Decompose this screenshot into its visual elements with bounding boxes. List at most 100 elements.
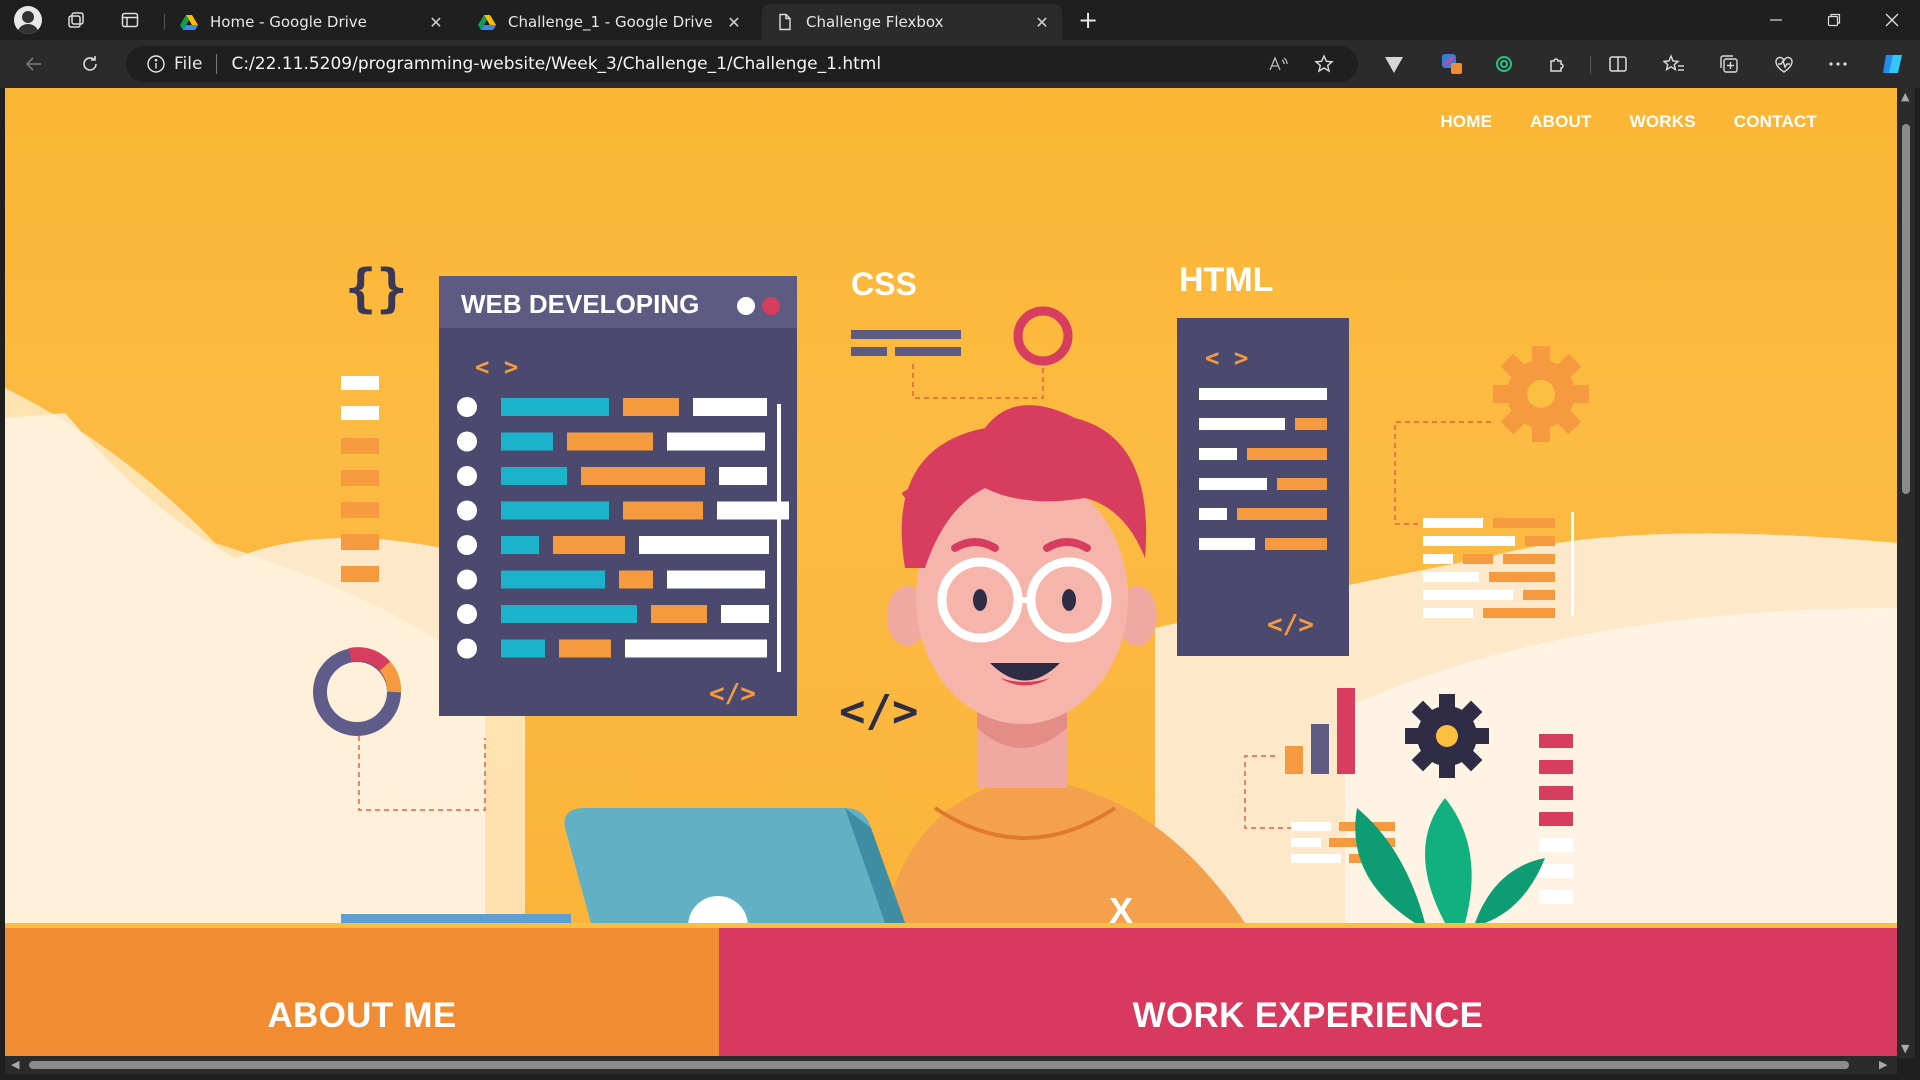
code-line-segment: [501, 467, 567, 485]
code-line-segment: [625, 639, 767, 658]
code-line-bullet: [457, 535, 477, 555]
code-line-bullet: [457, 431, 477, 452]
code-line-segment: [581, 467, 705, 485]
svg-text:</>: </>: [1267, 610, 1314, 640]
close-tab-icon[interactable]: ✕: [426, 12, 446, 32]
code-line-bullet: [457, 638, 477, 659]
extensions-puzzle-icon[interactable]: [1546, 52, 1570, 76]
css-label: CSS: [851, 266, 917, 302]
gear-icon: [1493, 346, 1589, 442]
code-line-bullet: [457, 569, 477, 590]
vimium-extension-icon[interactable]: [1382, 52, 1406, 76]
svg-text:X: X: [1109, 890, 1133, 923]
toolbar-separator: [1590, 56, 1591, 74]
info-icon[interactable]: [146, 54, 166, 74]
close-tab-icon[interactable]: ✕: [724, 12, 744, 32]
favorites-icon[interactable]: [1662, 52, 1686, 76]
browser-toolbar: File C:/22.11.5209/programming-website/W…: [0, 40, 1920, 88]
read-aloud-icon[interactable]: [1268, 54, 1288, 74]
scroll-right-icon[interactable]: ▶: [1879, 1058, 1887, 1071]
close-window-button[interactable]: [1864, 0, 1920, 40]
tab-strip: Home - Google Drive ✕ Challenge_1 - Goog…: [0, 0, 1920, 40]
code-line-segment: [501, 536, 539, 554]
nav-contact-link[interactable]: CONTACT: [1734, 112, 1817, 132]
code-line-segment: [567, 432, 653, 451]
main-nav: HOME ABOUT WORKS CONTACT: [1440, 112, 1817, 132]
code-line-segment: [559, 639, 611, 658]
svg-text:< >: < >: [1205, 344, 1248, 372]
vertical-tabs-icon[interactable]: [118, 8, 142, 32]
nav-about-link[interactable]: ABOUT: [1530, 112, 1591, 132]
extension-pin-icon[interactable]: [1440, 52, 1464, 76]
settings-gear-icon: [1405, 694, 1489, 778]
copilot-icon[interactable]: [1880, 52, 1904, 76]
code-line-segment: [719, 467, 767, 485]
tag-close-label: </>: [709, 679, 756, 709]
braces-icon: {}: [345, 259, 408, 319]
web-developer-illustration: {} WEB DEVELOPING < > </> CSS </> HTML <…: [5, 259, 1897, 923]
page-viewport: {} WEB DEVELOPING < > </> CSS </> HTML <…: [5, 88, 1897, 1074]
minimize-button[interactable]: [1748, 0, 1804, 40]
restore-button[interactable]: [1806, 0, 1862, 40]
nav-home-link[interactable]: HOME: [1440, 112, 1492, 132]
url-divider: [216, 54, 218, 74]
tag-open-label: < >: [475, 353, 518, 381]
about-section: ABOUT ME: [5, 928, 719, 1074]
code-line-segment: [623, 398, 679, 416]
nav-works-link[interactable]: WORKS: [1630, 112, 1696, 132]
horizontal-scrollbar[interactable]: ◀ ▶: [5, 1056, 1897, 1074]
code-symbol-icon: </>: [839, 686, 918, 737]
split-screen-icon[interactable]: [1606, 52, 1630, 76]
code-line-segment: [693, 398, 767, 416]
scroll-down-icon[interactable]: ▼: [1901, 1042, 1909, 1055]
collections-icon[interactable]: [1717, 52, 1741, 76]
close-tab-icon[interactable]: ✕: [1032, 12, 1052, 32]
code-line-segment: [639, 536, 769, 554]
content-row: ABOUT ME WORK EXPERIENCE: [5, 928, 1897, 1074]
hero-section: {} WEB DEVELOPING < > </> CSS </> HTML <…: [5, 88, 1897, 923]
code-line-segment: [667, 570, 765, 589]
back-button[interactable]: [20, 50, 48, 78]
work-experience-section: WORK EXPERIENCE: [719, 928, 1897, 1074]
address-bar[interactable]: File C:/22.11.5209/programming-website/W…: [126, 46, 1358, 82]
panel-title: WEB DEVELOPING: [461, 289, 699, 319]
profile-avatar[interactable]: [14, 6, 42, 34]
new-tab-button[interactable]: +: [1074, 6, 1102, 34]
code-line-bullet: [457, 604, 477, 624]
workspaces-icon[interactable]: [64, 8, 88, 32]
code-line-segment: [501, 639, 545, 658]
scroll-left-icon[interactable]: ◀: [11, 1058, 19, 1071]
chatgpt-extension-icon[interactable]: [1492, 52, 1516, 76]
vertical-scroll-thumb[interactable]: [1902, 124, 1910, 494]
code-line-segment: [721, 605, 769, 623]
tab-challenge-flexbox[interactable]: Challenge Flexbox ✕: [762, 4, 1062, 40]
code-line-segment: [651, 605, 707, 623]
code-line-segment: [667, 432, 765, 451]
code-line-bullet: [457, 397, 477, 417]
url-text[interactable]: C:/22.11.5209/programming-website/Week_3…: [231, 54, 881, 74]
code-line-segment: [501, 605, 637, 623]
code-line-segment: [501, 570, 605, 589]
google-drive-icon: [478, 15, 496, 30]
code-line-segment: [501, 398, 609, 416]
horizontal-scroll-thumb[interactable]: [29, 1061, 1849, 1069]
url-scheme: File: [174, 54, 203, 74]
more-menu-icon[interactable]: [1826, 52, 1850, 76]
code-line-bullet: [457, 466, 477, 486]
code-line-segment: [501, 432, 553, 451]
tab-title: Challenge_1 - Google Drive: [508, 13, 713, 31]
vertical-scrollbar[interactable]: ▲ ▼: [1897, 88, 1915, 1058]
code-line-segment: [623, 501, 703, 520]
google-drive-icon: [180, 15, 198, 30]
tab-challenge-1-google-drive[interactable]: Challenge_1 - Google Drive ✕: [464, 4, 754, 40]
document-icon: [779, 13, 791, 31]
tab-title: Home - Google Drive: [210, 13, 367, 31]
scroll-up-icon[interactable]: ▲: [1901, 90, 1909, 103]
favorite-star-icon[interactable]: [1314, 54, 1334, 74]
code-line-segment: [619, 570, 653, 589]
html-label: HTML: [1179, 261, 1273, 299]
tab-title: Challenge Flexbox: [806, 13, 944, 31]
refresh-button[interactable]: [76, 50, 104, 78]
browser-essentials-icon[interactable]: [1772, 52, 1796, 76]
tab-home-google-drive[interactable]: Home - Google Drive ✕: [166, 4, 456, 40]
